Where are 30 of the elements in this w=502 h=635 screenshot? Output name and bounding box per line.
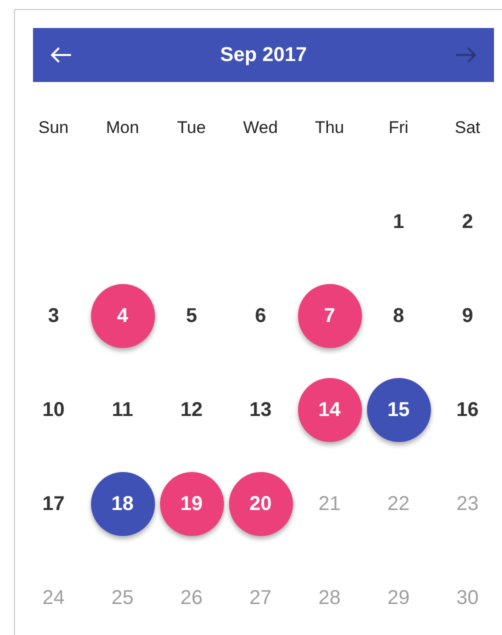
highlighted-day[interactable]: 18: [90, 472, 154, 536]
calendar-day[interactable]: 16: [436, 378, 500, 442]
highlighted-day[interactable]: 7: [298, 284, 362, 348]
highlighted-day[interactable]: 15: [366, 378, 430, 442]
month-title: Sep 2017: [220, 43, 307, 68]
left-arrow-icon: [50, 46, 72, 64]
highlighted-day[interactable]: 4: [90, 284, 154, 348]
calendar-day[interactable]: 3: [22, 284, 86, 348]
weekday-label: Sun: [38, 117, 69, 140]
highlighted-day[interactable]: 20: [228, 472, 292, 536]
weekday-label: Mon: [106, 117, 140, 140]
highlighted-day[interactable]: 14: [298, 378, 362, 442]
calendar-day[interactable]: 13: [228, 378, 292, 442]
weekday-label: Fri: [388, 117, 408, 140]
weekday-label: Wed: [243, 117, 278, 140]
weekday-label: Thu: [314, 117, 344, 140]
weekday-label: Sat: [454, 117, 480, 140]
calendar-day[interactable]: 2: [436, 190, 500, 254]
right-arrow-icon: [454, 46, 477, 64]
calendar-day[interactable]: 17: [22, 472, 86, 536]
calendar-day[interactable]: 11: [90, 378, 154, 442]
highlighted-day[interactable]: 19: [160, 472, 224, 536]
calendar-day[interactable]: 9: [436, 284, 500, 348]
calendar-day[interactable]: 6: [228, 284, 292, 348]
weekday-label: Tue: [177, 117, 206, 140]
calendar-day[interactable]: 12: [160, 378, 224, 442]
calendar-day[interactable]: 5: [160, 284, 224, 348]
calendar-day[interactable]: 10: [22, 378, 86, 442]
calendar-day[interactable]: 1: [366, 190, 430, 254]
calendar-day[interactable]: 8: [366, 284, 430, 348]
